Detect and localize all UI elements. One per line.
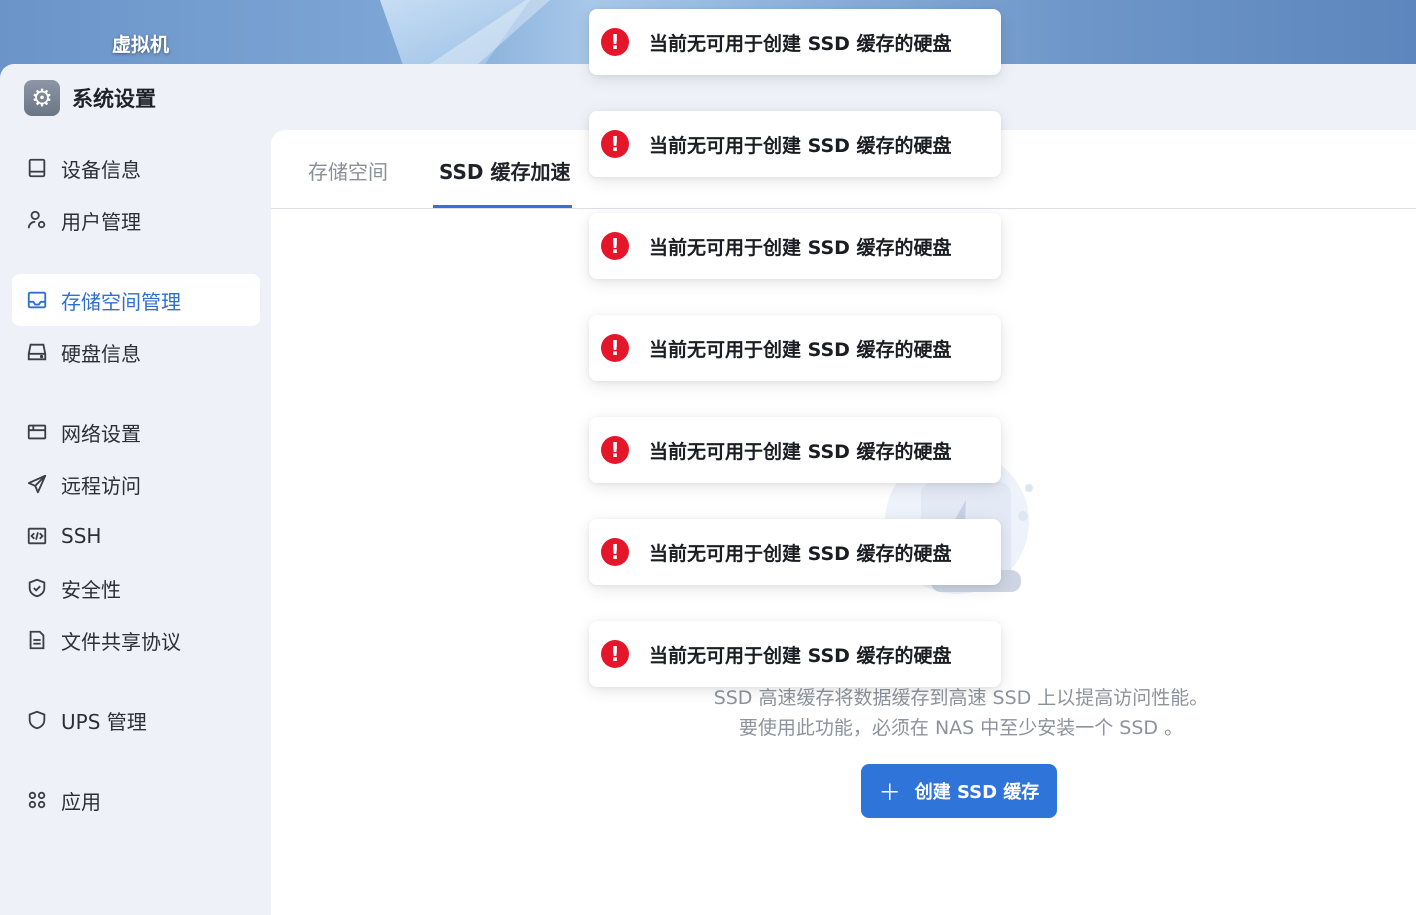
tab-ssd-cache[interactable]: SSD 缓存加速 [439,156,570,185]
error-toast: ! 当前无可用于创建 SSD 缓存的硬盘 [589,213,1001,279]
error-toast: ! 当前无可用于创建 SSD 缓存的硬盘 [589,621,1001,687]
error-toast: ! 当前无可用于创建 SSD 缓存的硬盘 [589,9,1001,75]
error-icon: ! [601,130,629,158]
toast-message: 当前无可用于创建 SSD 缓存的硬盘 [649,440,952,463]
sidebar-item-label: 用户管理 [61,209,141,234]
plus-icon: ＋ [878,781,901,806]
sidebar-item-label: 安全性 [61,577,121,602]
error-toast: ! 当前无可用于创建 SSD 缓存的硬盘 [589,111,1001,177]
sidebar-item-label: 存储空间管理 [61,289,181,314]
window-title: 系统设置 [72,87,156,111]
user-gear-icon [26,209,48,231]
empty-state-desc-line: SSD 高速缓存将数据缓存到高速 SSD 上以提高访问性能。 [713,687,1209,709]
tab-storage-space[interactable]: 存储空间 [308,156,388,185]
sidebar-item-label: 硬盘信息 [61,341,141,366]
sidebar-item-label: 远程访问 [61,473,141,498]
gear-icon: ⚙ [24,80,60,116]
settings-window: ⚙ 系统设置 设备信息 用户管理 存储空间管理 硬盘信息 网络设置 远程访问 S… [0,64,1416,915]
sidebar-item-label: SSH [61,524,102,548]
error-icon: ! [601,28,629,56]
toast-message: 当前无可用于创建 SSD 缓存的硬盘 [649,338,952,361]
error-icon: ! [601,436,629,464]
sidebar-item-file-sharing[interactable]: 文件共享协议 [12,614,260,666]
desktop-icon-label[interactable]: 虚拟机 [112,30,169,57]
sidebar: 设备信息 用户管理 存储空间管理 硬盘信息 网络设置 远程访问 SSH 安全性 … [12,142,260,826]
sidebar-item-label: 文件共享协议 [61,629,181,654]
network-icon [26,421,48,443]
sidebar-item-label: 设备信息 [61,157,141,182]
toast-message: 当前无可用于创建 SSD 缓存的硬盘 [649,236,952,259]
shield-icon [26,709,48,731]
sidebar-item-remote-access[interactable]: 远程访问 [12,458,260,510]
error-icon: ! [601,232,629,260]
send-icon [26,473,48,495]
toast-message: 当前无可用于创建 SSD 缓存的硬盘 [649,542,952,565]
error-toast: ! 当前无可用于创建 SSD 缓存的硬盘 [589,519,1001,585]
tab-active-indicator [433,205,572,208]
error-icon: ! [601,334,629,362]
error-icon: ! [601,538,629,566]
error-icon: ! [601,640,629,668]
sidebar-item-apps[interactable]: 应用 [12,774,260,826]
toast-message: 当前无可用于创建 SSD 缓存的硬盘 [649,32,952,55]
sidebar-item-label: 网络设置 [61,421,141,446]
error-toast: ! 当前无可用于创建 SSD 缓存的硬盘 [589,315,1001,381]
apps-icon [26,789,48,811]
empty-state-description: SSD 高速缓存将数据缓存到高速 SSD 上以提高访问性能。 要使用此功能，必须… [651,683,1271,743]
empty-state-desc-line: 要使用此功能，必须在 NAS 中至少安装一个 SSD 。 [738,717,1184,739]
sidebar-item-network[interactable]: 网络设置 [12,406,260,458]
sidebar-item-user-management[interactable]: 用户管理 [12,194,260,246]
sidebar-item-storage-management[interactable]: 存储空间管理 [12,274,260,326]
toast-message: 当前无可用于创建 SSD 缓存的硬盘 [649,134,952,157]
sidebar-item-label: UPS 管理 [61,709,147,734]
sidebar-item-ssh[interactable]: SSH [12,510,260,562]
create-ssd-cache-label: 创建 SSD 缓存 [914,782,1040,803]
sidebar-item-label: 应用 [61,789,101,814]
create-ssd-cache-button[interactable]: ＋ 创建 SSD 缓存 [861,764,1057,818]
code-icon [26,525,48,547]
sidebar-item-ups[interactable]: UPS 管理 [12,694,260,746]
shield-check-icon [26,577,48,599]
sidebar-item-disk-info[interactable]: 硬盘信息 [12,326,260,378]
disk-icon [26,341,48,363]
toast-message: 当前无可用于创建 SSD 缓存的硬盘 [649,644,952,667]
error-toast: ! 当前无可用于创建 SSD 缓存的硬盘 [589,417,1001,483]
sidebar-item-security[interactable]: 安全性 [12,562,260,614]
sidebar-item-device-info[interactable]: 设备信息 [12,142,260,194]
storage-icon [26,289,48,311]
device-icon [26,157,48,179]
file-icon [26,629,48,651]
window-header: ⚙ 系统设置 [24,78,156,118]
